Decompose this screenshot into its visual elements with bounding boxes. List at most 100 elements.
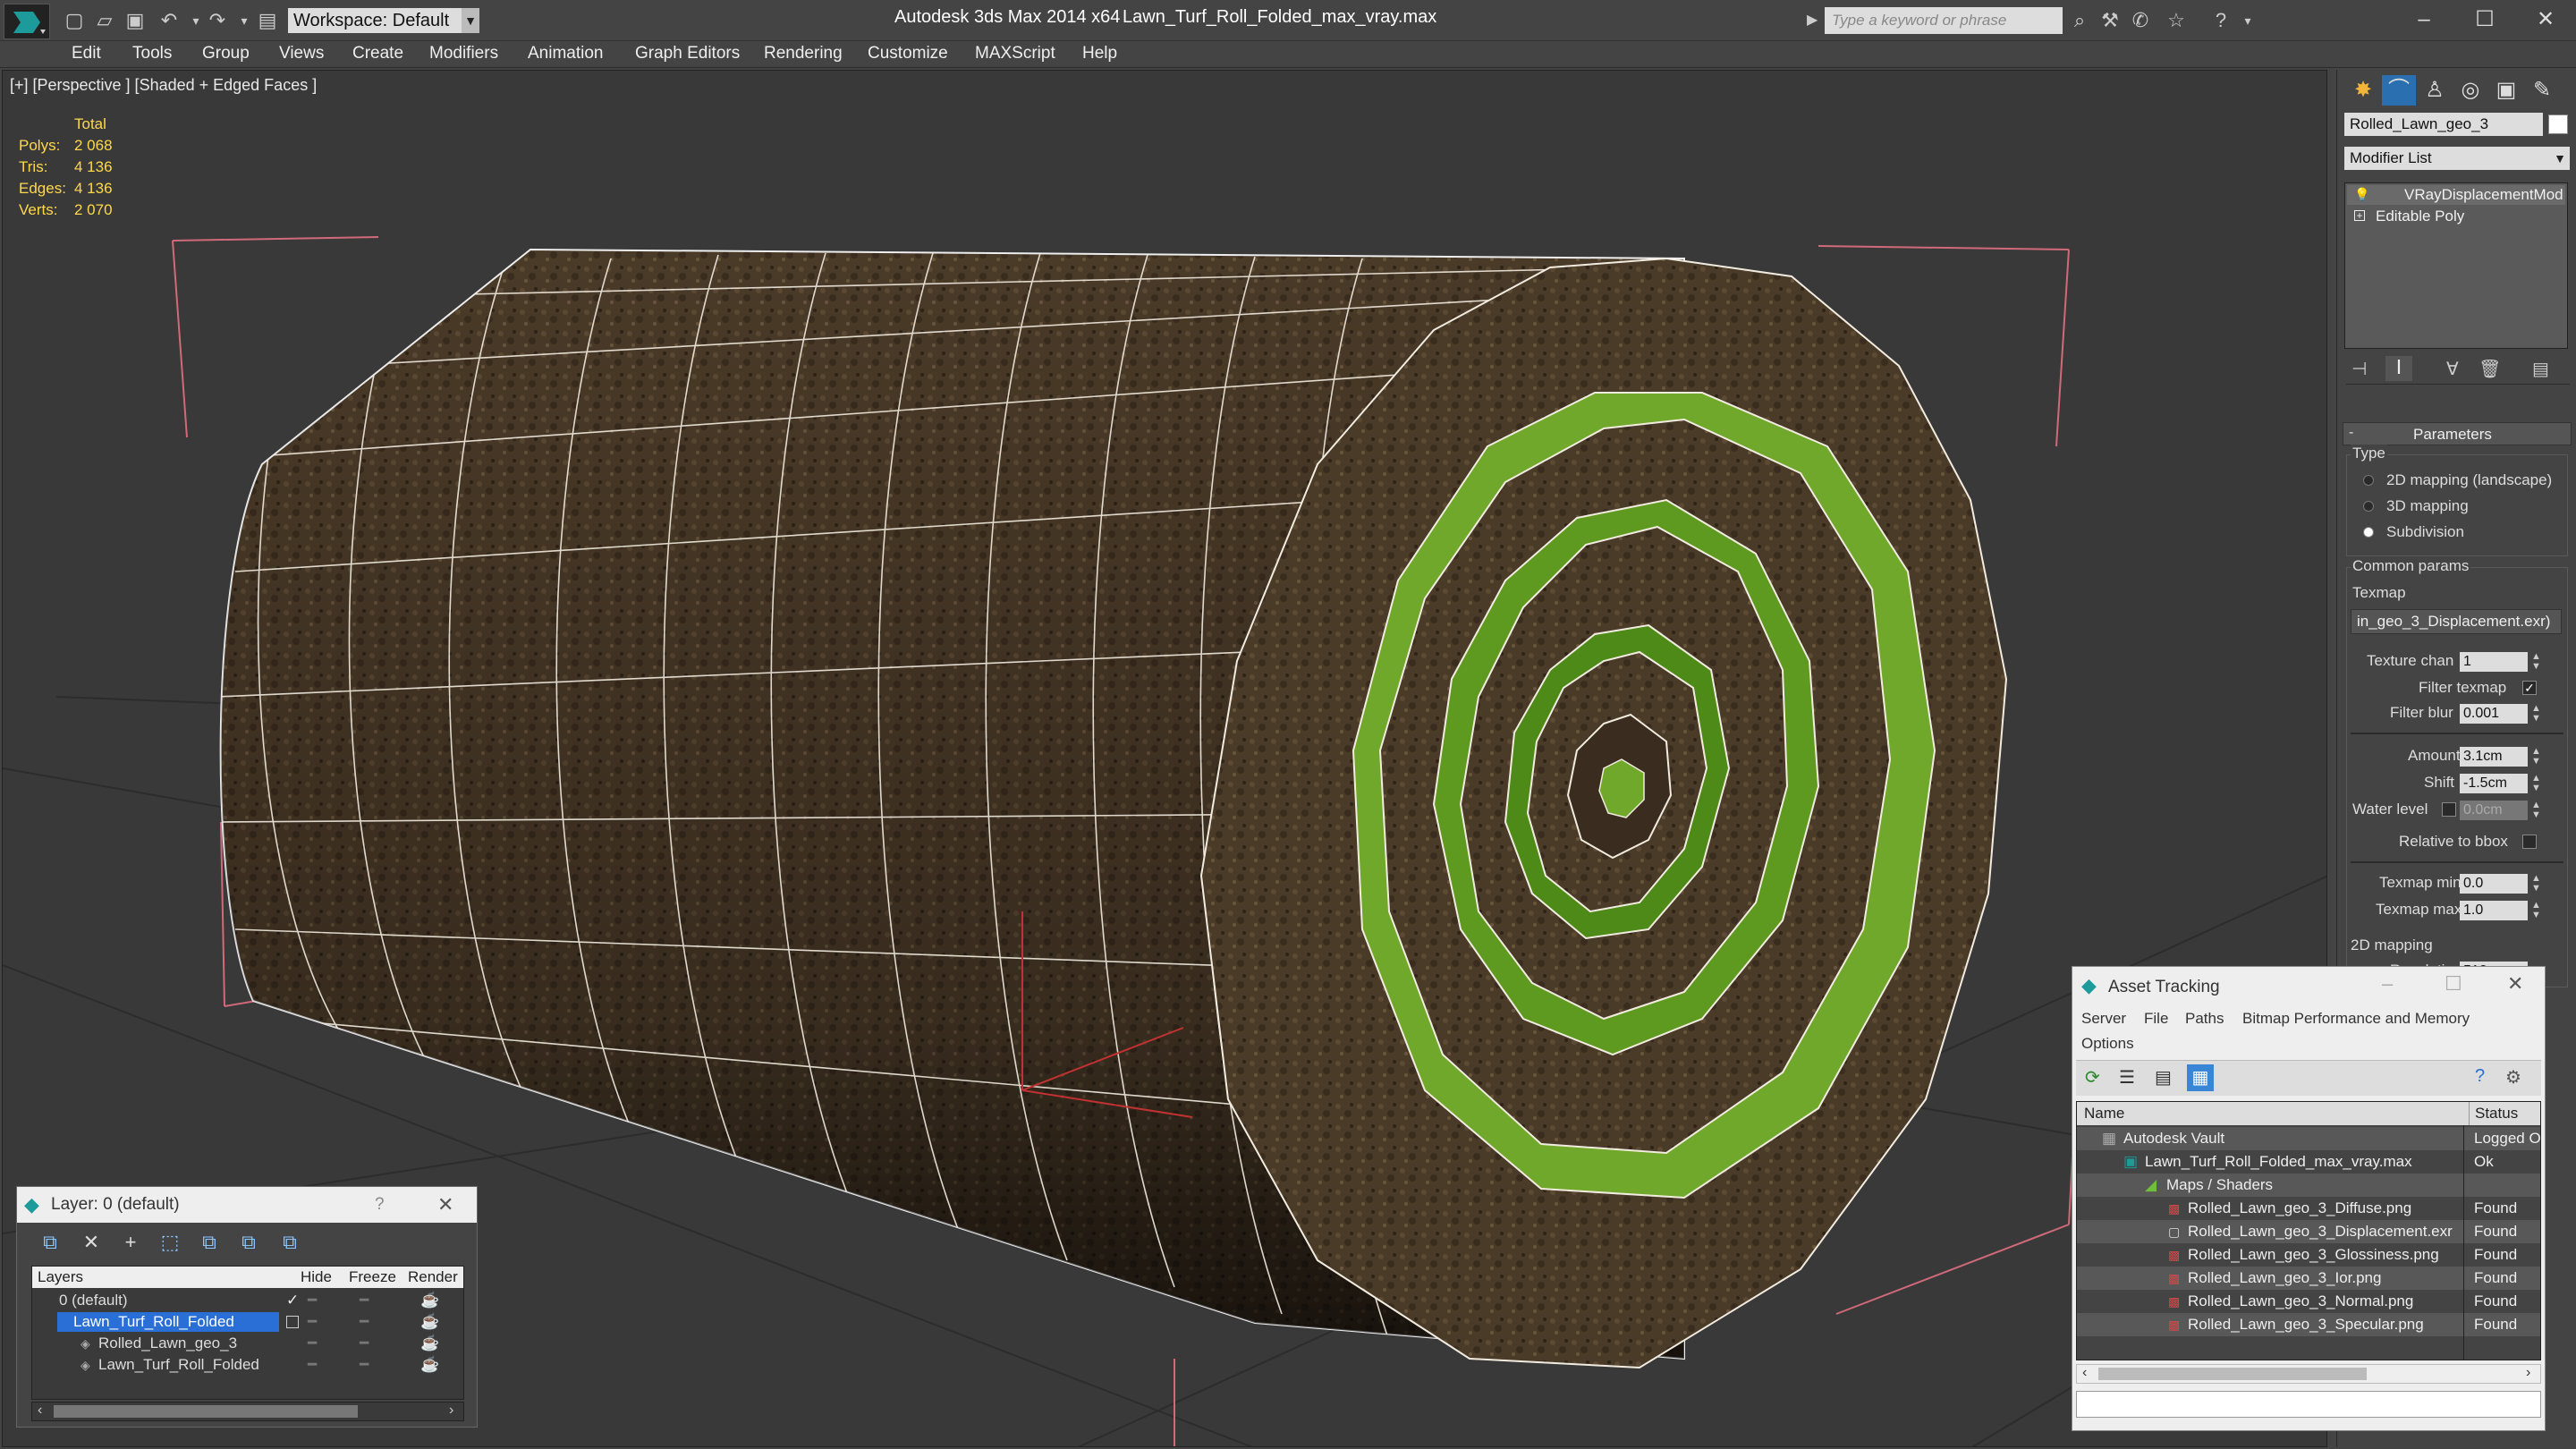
texture-chan-spinner[interactable]: 1 <box>2460 652 2528 672</box>
expand-plus-icon[interactable]: + <box>2354 210 2365 221</box>
render-teapot-icon[interactable]: ☕ <box>420 1354 439 1376</box>
redo-icon[interactable]: ↷ <box>206 9 229 32</box>
render-teapot-icon[interactable]: ☕ <box>420 1311 439 1333</box>
scroll-thumb[interactable] <box>54 1405 358 1418</box>
spinner-arrows-icon[interactable]: ▲ ▼ <box>2531 801 2541 820</box>
viewport-label[interactable]: [+] [Perspective ] [Shaded + Edged Faces… <box>10 76 317 95</box>
minimize-icon[interactable]: – <box>2382 972 2393 996</box>
close-icon[interactable]: ✕ <box>437 1187 453 1223</box>
stack-item-vraydisplacementmod[interactable]: 💡 VRayDisplacementMod <box>2347 185 2565 205</box>
asset-row[interactable]: ▣ Lawn_Turf_Roll_Folded_max_vray.max Ok <box>2077 1150 2540 1174</box>
asset-menu-bitmap-performance[interactable]: Bitmap Performance and Memory <box>2242 1010 2470 1028</box>
asset-row[interactable]: ▩ Rolled_Lawn_geo_3_Specular.png Found <box>2077 1313 2540 1336</box>
modify-tab-icon[interactable]: ⌒ <box>2382 75 2416 106</box>
layer-horizontal-scrollbar[interactable]: ‹ › <box>31 1402 464 1421</box>
help-icon[interactable]: ? <box>2209 9 2233 32</box>
object-color-swatch[interactable] <box>2548 114 2568 134</box>
freeze-all-layers-icon[interactable]: ⧉ <box>276 1230 303 1255</box>
stack-item-editable-poly[interactable]: + Editable Poly <box>2347 207 2565 226</box>
configure-modifier-sets-icon[interactable]: ▤ <box>2532 358 2549 380</box>
binoculars-icon[interactable]: ⌕ <box>2068 9 2091 32</box>
show-end-result-icon[interactable]: Ⅰ <box>2385 356 2412 381</box>
asset-row[interactable]: ▩ Rolled_Lawn_geo_3_Normal.png Found <box>2077 1290 2540 1313</box>
scroll-left-icon[interactable]: ‹ <box>2082 1365 2087 1381</box>
active-layer-box-icon[interactable] <box>286 1316 299 1328</box>
undo-dropdown-icon[interactable]: ▾ <box>184 9 208 32</box>
texmap-button[interactable]: in_geo_3_Displacement.exr) <box>2351 609 2562 634</box>
asset-menu-options[interactable]: Options <box>2081 1035 2134 1053</box>
freeze-toggle-icon[interactable]: ━ <box>360 1311 369 1333</box>
hide-toggle-icon[interactable]: ━ <box>308 1290 317 1311</box>
menu-help[interactable]: Help <box>1082 44 1117 64</box>
radio-2d-mapping-label[interactable]: 2D mapping (landscape) <box>2386 471 2552 489</box>
workspace-dropdown[interactable]: Workspace: Default <box>288 8 467 33</box>
spinner-arrows-icon[interactable]: ▲ ▼ <box>2531 747 2541 767</box>
spinner-arrows-icon[interactable]: ▲ ▼ <box>2531 652 2541 672</box>
hide-toggle-icon[interactable]: ━ <box>308 1311 317 1333</box>
menu-maxscript[interactable]: MAXScript <box>975 44 1055 64</box>
modifier-list-dropdown[interactable]: Modifier List <box>2344 147 2552 170</box>
thumbnail-view-icon[interactable]: ▤ <box>2155 1066 2172 1089</box>
column-name[interactable]: Name <box>2084 1102 2124 1125</box>
menu-tools[interactable]: Tools <box>132 44 172 64</box>
menu-edit[interactable]: Edit <box>72 44 101 64</box>
layer-object-row[interactable]: ◈ Lawn_Turf_Roll_Folded ━ ━ ☕ <box>32 1354 463 1376</box>
layer-row[interactable]: 0 (default) ✓ ━ ━ ☕ <box>32 1290 463 1311</box>
pin-stack-icon[interactable]: ⊣ <box>2351 358 2367 380</box>
filter-blur-spinner[interactable]: 0.001 <box>2460 704 2528 724</box>
scroll-thumb[interactable] <box>2098 1368 2367 1380</box>
redo-dropdown-icon[interactable]: ▾ <box>233 9 256 32</box>
minimize-button[interactable]: – <box>2406 4 2442 36</box>
column-render[interactable]: Render <box>408 1267 458 1288</box>
amount-spinner[interactable]: 3.1cm <box>2460 747 2528 767</box>
help-icon[interactable]: ? <box>2475 1066 2485 1087</box>
table-view-icon[interactable]: ▦ <box>2187 1064 2214 1091</box>
filter-texmap-checkbox[interactable]: ✓ <box>2522 681 2537 695</box>
radio-3d-mapping[interactable] <box>2363 501 2374 512</box>
utilities-tab-icon[interactable]: ✎ <box>2525 75 2559 106</box>
asset-menu-paths[interactable]: Paths <box>2185 1010 2224 1028</box>
water-level-checkbox[interactable] <box>2442 802 2456 817</box>
scroll-right-icon[interactable]: › <box>449 1402 453 1419</box>
close-icon[interactable]: ✕ <box>2507 972 2523 996</box>
favorites-star-icon[interactable]: ☆ <box>2165 9 2188 32</box>
layer-panel-titlebar[interactable]: ◆ Layer: 0 (default) ? ✕ <box>17 1187 477 1223</box>
spinner-arrows-icon[interactable]: ▲ ▼ <box>2531 774 2541 793</box>
menu-graph-editors[interactable]: Graph Editors <box>635 44 740 64</box>
water-level-spinner[interactable]: 0.0cm <box>2460 801 2528 820</box>
menu-rendering[interactable]: Rendering <box>764 44 843 64</box>
column-layers[interactable]: Layers <box>38 1267 83 1288</box>
asset-menu-file[interactable]: File <box>2144 1010 2168 1028</box>
delete-layer-icon[interactable]: ✕ <box>78 1230 105 1255</box>
hide-all-layers-icon[interactable]: ⧉ <box>235 1230 262 1255</box>
create-tab-icon[interactable]: ✸ <box>2346 75 2380 106</box>
radio-2d-mapping[interactable] <box>2363 475 2374 486</box>
asset-menu-server[interactable]: Server <box>2081 1010 2126 1028</box>
texmap-min-spinner[interactable]: 0.0 <box>2460 874 2528 894</box>
radio-subdivision-selected[interactable] <box>2363 527 2374 538</box>
texmap-max-spinner[interactable]: 1.0 <box>2460 901 2528 920</box>
undo-icon[interactable]: ↶ <box>157 9 181 32</box>
layer-object-row[interactable]: ◈ Rolled_Lawn_geo_3 ━ ━ ☕ <box>32 1333 463 1354</box>
menu-views[interactable]: Views <box>279 44 324 64</box>
remove-modifier-icon[interactable]: 🗑 <box>2479 358 2501 380</box>
close-button[interactable]: ✕ <box>2528 4 2563 36</box>
collapse-minus-icon[interactable]: - <box>2349 425 2353 441</box>
help-icon[interactable]: ? <box>375 1187 385 1223</box>
select-layer-objects-icon[interactable]: ⬚ <box>157 1230 183 1255</box>
asset-path-field[interactable] <box>2076 1391 2541 1418</box>
settings-icon[interactable]: ⚙ <box>2505 1066 2521 1089</box>
asset-row[interactable]: ▦ Autodesk Vault Logged O <box>2077 1127 2541 1150</box>
subscription-icon[interactable]: ⚒ <box>2098 9 2122 32</box>
radio-subdivision-label[interactable]: Subdivision <box>2386 523 2464 541</box>
scroll-left-icon[interactable]: ‹ <box>38 1402 42 1419</box>
make-unique-icon[interactable]: ∀ <box>2446 358 2459 380</box>
project-folder-icon[interactable]: ▤ <box>256 9 279 32</box>
search-input[interactable]: Type a keyword or phrase <box>1825 7 2063 34</box>
asset-horizontal-scrollbar[interactable]: ‹ › <box>2076 1364 2541 1384</box>
app-logo-button[interactable] <box>4 4 50 39</box>
communication-icon[interactable]: ✆ <box>2129 9 2152 32</box>
maximize-icon[interactable]: ☐ <box>2445 972 2462 996</box>
asset-row[interactable]: ▢ Rolled_Lawn_geo_3_Displacement.exr Fou… <box>2077 1220 2540 1243</box>
relative-to-bbox-checkbox[interactable] <box>2522 835 2537 849</box>
